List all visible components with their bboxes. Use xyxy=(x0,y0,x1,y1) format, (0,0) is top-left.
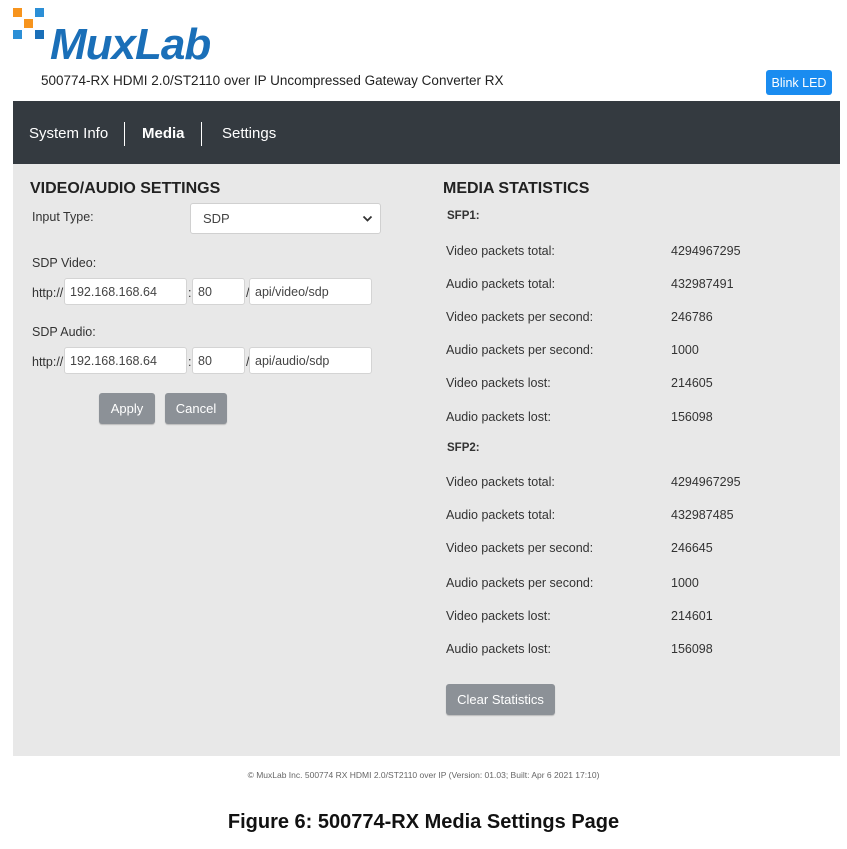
stat-label: Video packets lost: xyxy=(446,609,551,623)
footer-copyright: © MuxLab Inc. 500774 RX HDMI 2.0/ST2110 … xyxy=(247,770,600,780)
sdp-audio-port-input[interactable]: 80 xyxy=(192,347,245,374)
stat-label: Video packets per second: xyxy=(446,541,594,555)
stat-label: Audio packets total: xyxy=(446,508,556,522)
stat-value: 4294967295 xyxy=(671,475,741,489)
clear-statistics-button[interactable]: Clear Statistics xyxy=(446,684,555,715)
input-type-select[interactable]: SDP xyxy=(190,203,381,234)
sdp-audio-ip-input[interactable]: 192.168.168.64 xyxy=(64,347,187,374)
sdp-audio-label: SDP Audio: xyxy=(32,325,96,339)
nav-settings[interactable]: Settings xyxy=(222,125,276,142)
sdp-video-ip-input[interactable]: 192.168.168.64 xyxy=(64,278,187,305)
stat-value: 214601 xyxy=(671,609,713,623)
logo-square-blue xyxy=(13,30,22,39)
stat-value: 156098 xyxy=(671,642,713,656)
stat-label: Audio packets per second: xyxy=(446,343,594,357)
input-type-value: SDP xyxy=(203,211,230,226)
stat-value: 246645 xyxy=(671,541,713,555)
apply-button[interactable]: Apply xyxy=(99,393,155,424)
stat-label: Video packets per second: xyxy=(446,310,594,324)
sdp-audio-path-input[interactable]: api/audio/sdp xyxy=(249,347,372,374)
stat-value: 156098 xyxy=(671,410,713,424)
stat-value: 1000 xyxy=(671,576,699,590)
logo-square-orange xyxy=(13,8,22,17)
stat-value: 214605 xyxy=(671,376,713,390)
cancel-button[interactable]: Cancel xyxy=(165,393,227,424)
logo-square-blue xyxy=(35,8,44,17)
http-prefix: http:// xyxy=(32,355,64,369)
video-audio-settings-title: VIDEO/AUDIO SETTINGS xyxy=(30,180,221,197)
stat-label: Audio packets per second: xyxy=(446,576,594,590)
stat-value: 432987491 xyxy=(671,277,734,291)
port-colon: : xyxy=(188,355,192,369)
stat-value: 4294967295 xyxy=(671,244,741,258)
figure-caption: Figure 6: 500774-RX Media Settings Page xyxy=(227,811,620,833)
media-statistics-title: MEDIA STATISTICS xyxy=(443,180,590,197)
sdp-video-label: SDP Video: xyxy=(32,256,97,270)
sfp1-label: SFP1: xyxy=(447,210,480,222)
stat-label: Audio packets total: xyxy=(446,277,556,291)
stat-label: Video packets total: xyxy=(446,244,555,258)
stat-value: 432987485 xyxy=(671,508,734,522)
chevron-down-icon xyxy=(362,215,373,222)
stat-value: 246786 xyxy=(671,310,713,324)
stat-label: Audio packets lost: xyxy=(446,410,551,424)
sdp-video-path-input[interactable]: api/video/sdp xyxy=(249,278,372,305)
stat-label: Audio packets lost: xyxy=(446,642,551,656)
stat-value: 1000 xyxy=(671,343,699,357)
sdp-video-port-input[interactable]: 80 xyxy=(192,278,245,305)
top-navbar: System Info Media Settings xyxy=(13,101,840,164)
muxlab-logo: MuxLab xyxy=(12,6,232,70)
logo-square-blue xyxy=(35,30,44,39)
nav-system-info[interactable]: System Info xyxy=(29,125,108,142)
blink-led-button[interactable]: Blink LED xyxy=(766,70,832,95)
logo-text: MuxLab xyxy=(50,20,211,69)
nav-separator xyxy=(124,122,125,146)
logo-square-orange xyxy=(24,19,33,28)
port-colon: : xyxy=(188,286,192,300)
device-title: 500774-RX HDMI 2.0/ST2110 over IP Uncomp… xyxy=(41,73,504,88)
stat-label: Video packets lost: xyxy=(446,376,551,390)
stat-label: Video packets total: xyxy=(446,475,555,489)
input-type-label: Input Type: xyxy=(32,210,94,224)
nav-media[interactable]: Media xyxy=(142,125,185,142)
nav-separator xyxy=(201,122,202,146)
http-prefix: http:// xyxy=(32,286,64,300)
sfp2-label: SFP2: xyxy=(447,442,480,454)
